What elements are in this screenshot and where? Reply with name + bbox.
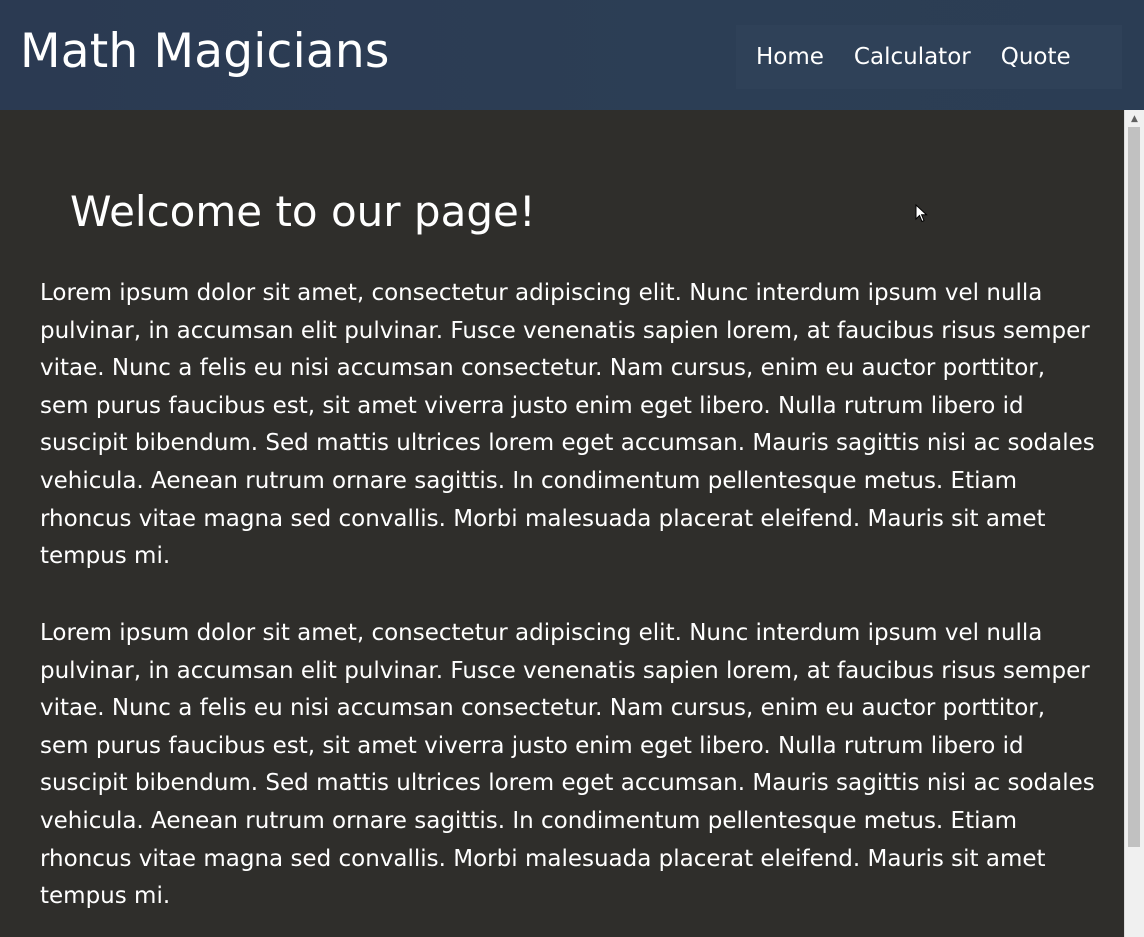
nav-link-quote[interactable]: Quote	[1001, 41, 1071, 73]
scroll-up-arrow-icon[interactable]: ▲	[1125, 110, 1144, 127]
vertical-scrollbar[interactable]: ▲	[1124, 110, 1144, 937]
scrollbar-thumb[interactable]	[1128, 127, 1140, 847]
site-logo[interactable]: Math Magicians	[20, 22, 390, 82]
main-content: Welcome to our page! Lorem ipsum dolor s…	[0, 110, 1124, 937]
body-paragraph: Lorem ipsum dolor sit amet, consectetur …	[40, 280, 1095, 570]
nav-link-home[interactable]: Home	[756, 41, 824, 73]
nav-link-calculator[interactable]: Calculator	[854, 41, 971, 73]
page-heading: Welcome to our page!	[70, 187, 536, 236]
page: Math Magicians Home Calculator Quote Wel…	[0, 0, 1144, 937]
body-paragraph: Lorem ipsum dolor sit amet, consectetur …	[40, 620, 1095, 910]
mouse-cursor-icon	[915, 204, 928, 223]
main-nav: Home Calculator Quote	[736, 25, 1122, 89]
site-header: Math Magicians Home Calculator Quote	[0, 0, 1144, 110]
